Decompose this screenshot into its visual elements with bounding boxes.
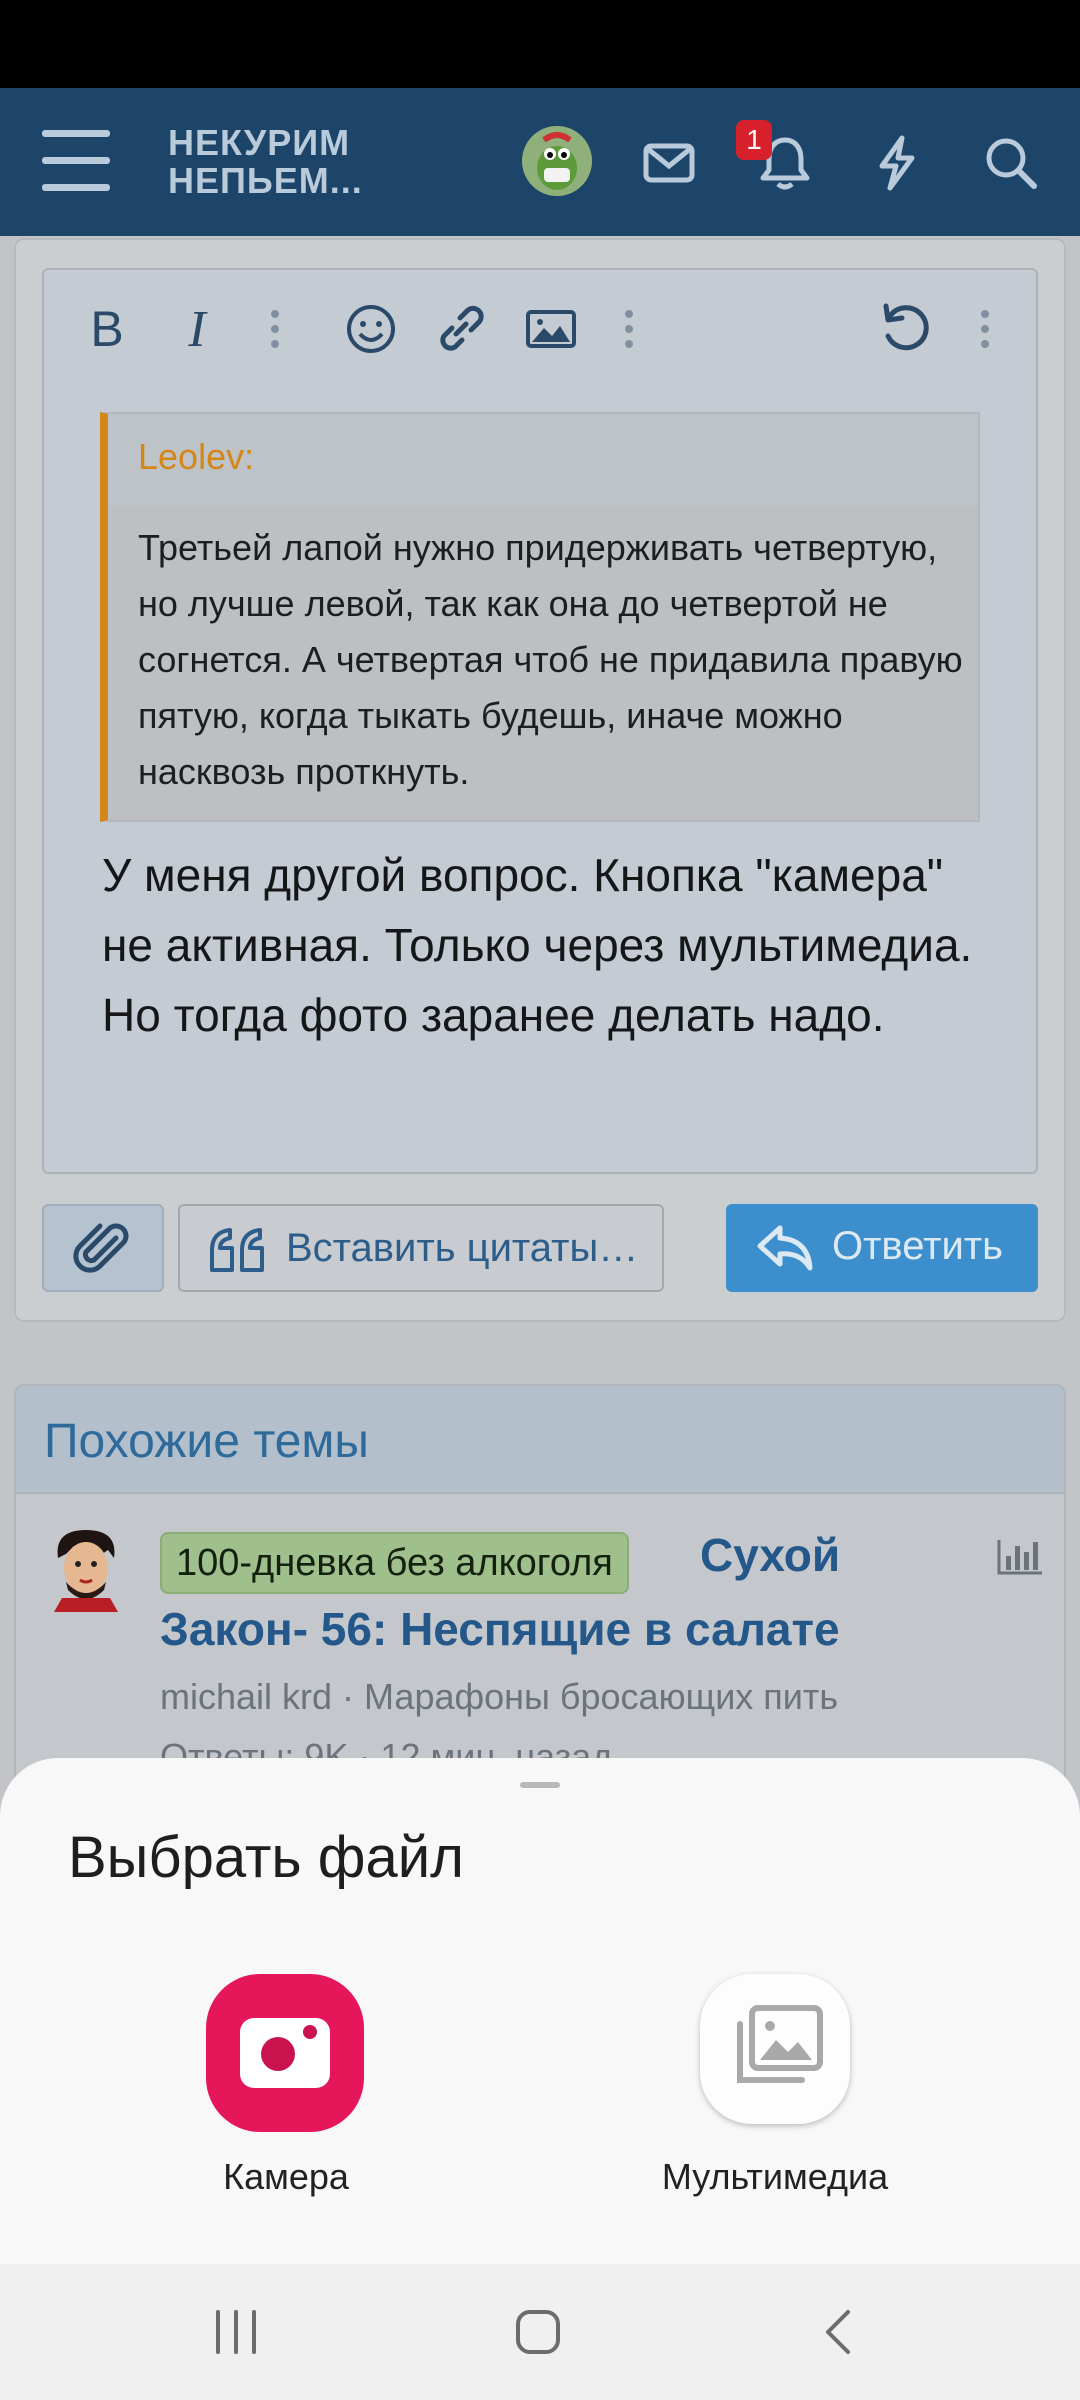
similar-threads-header: Похожие темы [16, 1386, 1064, 1494]
thread-title[interactable]: Сухой [700, 1528, 840, 1582]
thread-title-continued[interactable]: Закон- 56: Неспящие в салате [160, 1602, 840, 1656]
search-icon[interactable] [982, 134, 1040, 192]
more-vertical-icon[interactable] [596, 296, 662, 362]
reply-label: Ответить [832, 1224, 1003, 1268]
back-icon[interactable] [810, 2302, 870, 2362]
more-vertical-icon[interactable] [952, 296, 1018, 362]
bar-chart-icon [997, 1540, 1042, 1575]
link-icon[interactable] [428, 296, 494, 362]
bolt-icon[interactable] [868, 134, 926, 192]
status-bar [0, 0, 1080, 88]
camera-option[interactable] [206, 1974, 364, 2132]
reply-button[interactable]: Ответить [726, 1204, 1038, 1292]
image-icon[interactable] [518, 296, 584, 362]
recent-apps-icon[interactable] [206, 2302, 266, 2362]
site-logo[interactable]: НЕКУРИМ НЕПЬЕМ... [168, 124, 388, 200]
italic-icon[interactable]: I [164, 296, 230, 362]
undo-icon[interactable] [872, 296, 938, 362]
quote-text: Третьей лапой нужно придерживать четверт… [138, 527, 963, 792]
sheet-drag-handle[interactable] [520, 1782, 560, 1788]
insert-quotes-label: Вставить цитаты… [286, 1226, 639, 1270]
attach-files-button[interactable] [42, 1204, 164, 1292]
gallery-option[interactable] [700, 1974, 850, 2124]
notification-badge: 1 [736, 120, 772, 160]
gallery-option-label[interactable]: Мультимедиа [640, 2156, 910, 2198]
reply-icon [757, 1225, 813, 1271]
thread-author-avatar[interactable] [44, 1524, 128, 1612]
avatar[interactable] [522, 126, 592, 196]
svg-text:B: B [90, 301, 123, 357]
camera-option-label[interactable]: Камера [186, 2156, 386, 2198]
mail-icon[interactable] [640, 134, 698, 192]
paperclip-icon [73, 1223, 129, 1273]
sheet-title: Выбрать файл [68, 1825, 464, 1890]
thread-meta: michail krd · Марафоны бросающих пить [160, 1676, 839, 1717]
similar-threads-title[interactable]: Похожие темы [44, 1414, 369, 1469]
thread-prefix-tag[interactable]: 100-дневка без алкоголя [160, 1532, 629, 1594]
quote-author[interactable]: Leolev: [138, 436, 254, 478]
message-text[interactable]: У меня другой вопрос. Кнопка "камера" не… [102, 840, 1002, 1050]
gallery-icon [737, 2005, 823, 2083]
camera-icon [240, 2018, 330, 2088]
home-icon[interactable] [508, 2302, 568, 2362]
emoji-icon[interactable] [338, 296, 404, 362]
app-header: НЕКУРИМ НЕПЬЕМ... 1 [0, 88, 1080, 236]
more-vertical-icon[interactable] [242, 296, 308, 362]
menu-icon[interactable] [42, 130, 110, 194]
quote-icon [210, 1228, 264, 1272]
insert-quotes-button[interactable]: Вставить цитаты… [178, 1204, 664, 1292]
bold-icon[interactable]: B [74, 296, 140, 362]
svg-text:I: I [187, 301, 208, 358]
